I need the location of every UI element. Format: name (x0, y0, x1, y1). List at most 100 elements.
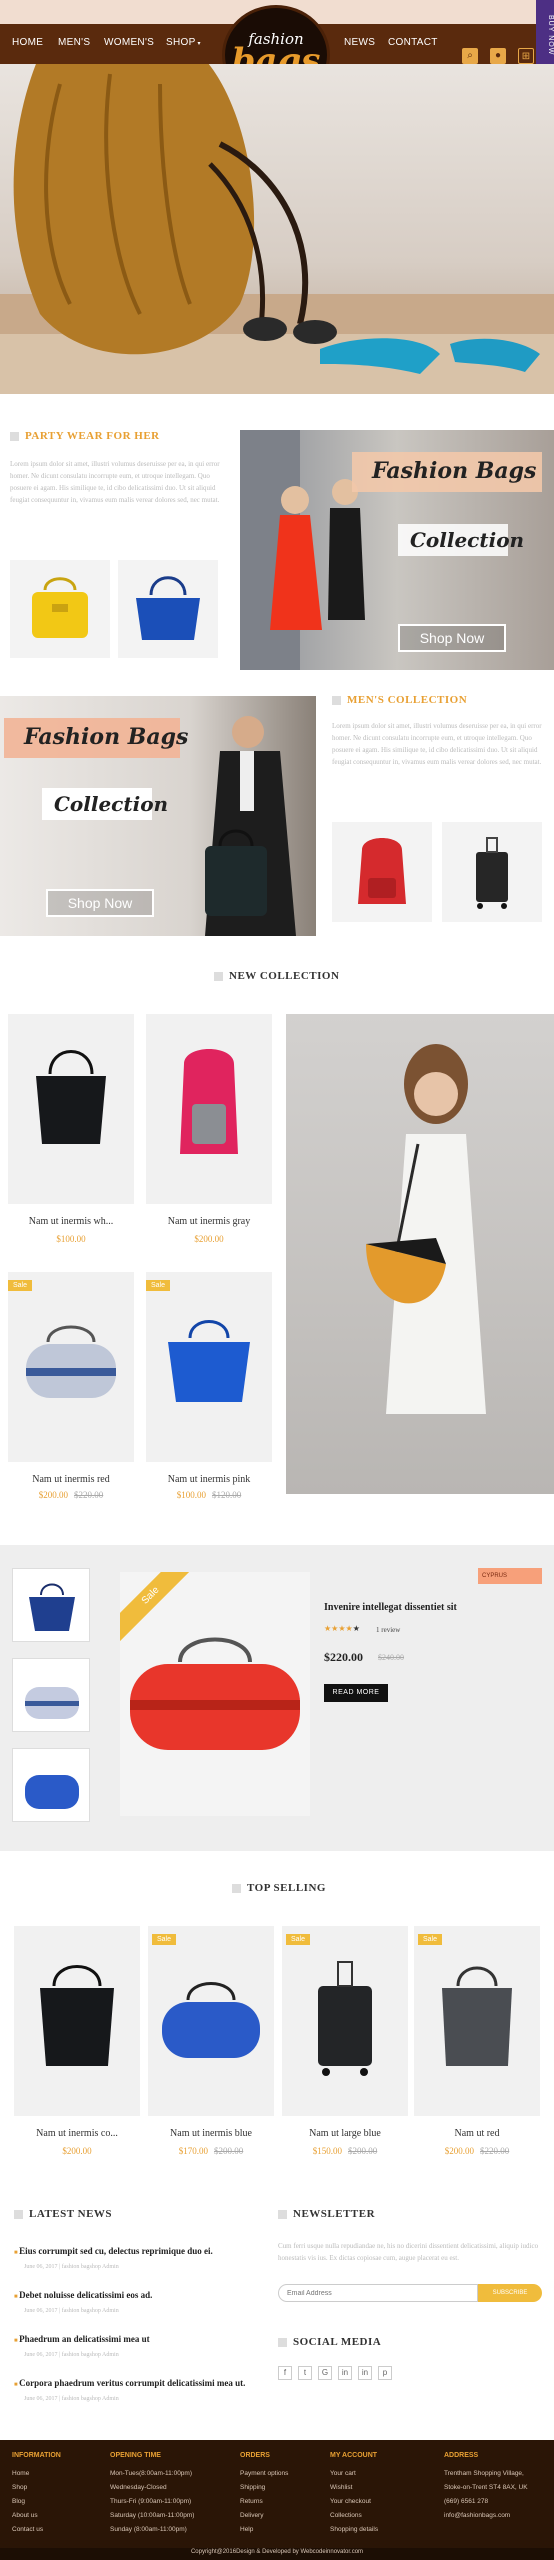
cart-icon[interactable]: ⊞ (518, 48, 534, 64)
nav-shop[interactable]: SHOP ▾ (166, 37, 201, 48)
featured-thumb-3[interactable] (12, 1748, 90, 1822)
news-item-title[interactable]: ■ Corpora phaedrum veritus corrumpit del… (14, 2378, 245, 2388)
footer-link[interactable]: Returns (240, 2498, 263, 2505)
women-banner[interactable]: Fashion Bags Collection Shop Now (240, 430, 554, 670)
footer-link[interactable]: Shop (12, 2484, 27, 2491)
nav-shop-label: SHOP (166, 37, 196, 48)
banner1-shop-now-button[interactable]: Shop Now (398, 624, 506, 652)
yellow-handbag-thumb[interactable] (10, 560, 110, 658)
model-promo-image[interactable] (286, 1014, 554, 1494)
news-item-title[interactable]: ■ Eius corrumpit sed cu, delectus reprim… (14, 2246, 213, 2256)
news-title-text: Corpora phaedrum veritus corrumpit delic… (19, 2378, 246, 2388)
price-current: $150.00 (312, 2146, 342, 2156)
mens-collection-title: MEN'S COLLECTION (332, 694, 467, 706)
section-square-icon (10, 431, 19, 441)
red-backpack-thumb[interactable] (332, 822, 432, 922)
news-title-text: Phaedrum an delicatissimi mea ut (19, 2334, 150, 2344)
footer-link[interactable]: Help (240, 2526, 253, 2533)
banner2-subtitle: Collection (54, 792, 169, 816)
trolley-bag-image (318, 1961, 372, 2076)
product-card[interactable] (14, 1926, 140, 2116)
buy-now-label: BUY NOW (547, 14, 554, 56)
search-icon[interactable]: ⌕ (462, 48, 478, 64)
footer-link[interactable]: Your checkout (330, 2498, 371, 2505)
footer-link[interactable]: Delivery (240, 2512, 263, 2519)
top-selling-title-text: TOP SELLING (247, 1882, 326, 1894)
party-wear-title: PARTY WEAR FOR HER (10, 430, 160, 442)
blue-bag-image (168, 1320, 250, 1402)
footer-orders-heading: ORDERS (240, 2452, 270, 2459)
news-item-title[interactable]: ■ Debet noluisse delicatissimi eos ad. (14, 2290, 152, 2300)
footer-link[interactable]: Wishlist (330, 2484, 352, 2491)
review-count[interactable]: 1 review (376, 1626, 400, 1634)
footer-opening-line: Thurs-Fri (9:00am-11:00pm) (110, 2498, 192, 2505)
product-name[interactable]: Nam ut inermis gray (146, 1216, 272, 1227)
footer-link[interactable]: Collections (330, 2512, 362, 2519)
footer-link[interactable]: Blog (12, 2498, 25, 2505)
instagram-icon[interactable]: in (338, 2366, 352, 2380)
buy-now-tab[interactable]: BUY NOW (536, 0, 554, 70)
footer-link[interactable]: Home (12, 2470, 29, 2477)
product-card[interactable] (148, 1926, 274, 2116)
product-price: $100.00 $120.00 (146, 1490, 272, 1500)
nav-home[interactable]: HOME (12, 37, 43, 48)
product-card[interactable] (8, 1014, 134, 1204)
suitcase-thumb[interactable] (442, 822, 542, 922)
star-empty-icon: ★ (352, 1624, 360, 1633)
nav-womens[interactable]: WOMEN'S (104, 37, 154, 48)
product-name[interactable]: Nam ut large blue (282, 2128, 408, 2139)
banner2-shop-now-button[interactable]: Shop Now (46, 889, 154, 917)
subscribe-button[interactable]: SUBSCRIBE (478, 2284, 542, 2302)
nav-contact[interactable]: CONTACT (388, 37, 438, 48)
footer-email[interactable]: info@fashionbags.com (444, 2512, 510, 2519)
nav-news[interactable]: NEWS (344, 37, 375, 48)
footer-link[interactable]: Contact us (12, 2526, 43, 2533)
footer-link[interactable]: Your cart (330, 2470, 356, 2477)
product-name[interactable]: Nam ut inermis blue (148, 2128, 274, 2139)
footer-opening-line: Saturday (10:00am-11:00pm) (110, 2512, 195, 2519)
footer-phone[interactable]: (669) 6561 278 (444, 2498, 488, 2505)
men-banner[interactable]: Fashion Bags Collection Shop Now (0, 696, 316, 936)
copyright-text: Copyright@2016Design & Developed by Webc… (190, 2549, 364, 2555)
mens-collection-title-text: MEN'S COLLECTION (347, 694, 468, 706)
nav-mens[interactable]: MEN'S (58, 37, 90, 48)
featured-title[interactable]: Invenire intellegat dissentiet sit (324, 1602, 457, 1613)
banner2-title: Fashion Bags (24, 724, 189, 750)
social-media-title-text: SOCIAL MEDIA (293, 2336, 382, 2348)
product-card[interactable] (414, 1926, 540, 2116)
footer-opening-line: Sunday (8:00am-11:00pm) (110, 2526, 187, 2533)
read-more-button[interactable]: READ MORE (324, 1684, 388, 1702)
footer-link[interactable]: About us (12, 2512, 38, 2519)
footer-link[interactable]: Payment options (240, 2470, 288, 2477)
product-name[interactable]: Nam ut inermis wh... (8, 1216, 134, 1227)
pinterest-icon[interactable]: p (378, 2366, 392, 2380)
product-card[interactable] (146, 1272, 272, 1462)
hero-banner (0, 64, 554, 394)
price-old: $220.00 (480, 2146, 510, 2156)
new-collection-title-text: NEW COLLECTION (229, 970, 340, 982)
featured-thumb-2[interactable] (12, 1658, 90, 1732)
price-old: $120.00 (212, 1490, 242, 1500)
facebook-icon[interactable]: f (278, 2366, 292, 2380)
featured-thumb-1[interactable] (12, 1568, 90, 1642)
footer-address-line: Stoke-on-Trent ST4 8AX, UK (444, 2484, 528, 2491)
product-card[interactable] (8, 1272, 134, 1462)
user-icon[interactable]: ● (490, 48, 506, 64)
news-item-title[interactable]: ■ Phaedrum an delicatissimi mea ut (14, 2334, 150, 2344)
product-name[interactable]: Nam ut inermis pink (146, 1474, 272, 1485)
product-name[interactable]: Nam ut inermis co... (14, 2128, 140, 2139)
blue-duffel-image (162, 1982, 260, 2058)
google-icon[interactable]: G (318, 2366, 332, 2380)
featured-main-image[interactable]: Sale (120, 1572, 310, 1816)
product-card[interactable] (282, 1926, 408, 2116)
product-card[interactable] (146, 1014, 272, 1204)
email-input[interactable] (278, 2284, 478, 2302)
linkedin-icon[interactable]: in (358, 2366, 372, 2380)
twitter-icon[interactable]: t (298, 2366, 312, 2380)
newsletter-title: NEWSLETTER (278, 2208, 375, 2220)
product-name[interactable]: Nam ut inermis red (8, 1474, 134, 1485)
footer-link[interactable]: Shopping details (330, 2526, 378, 2533)
blue-handbag-thumb[interactable] (118, 560, 218, 658)
product-name[interactable]: Nam ut red (414, 2128, 540, 2139)
footer-link[interactable]: Shipping (240, 2484, 265, 2491)
